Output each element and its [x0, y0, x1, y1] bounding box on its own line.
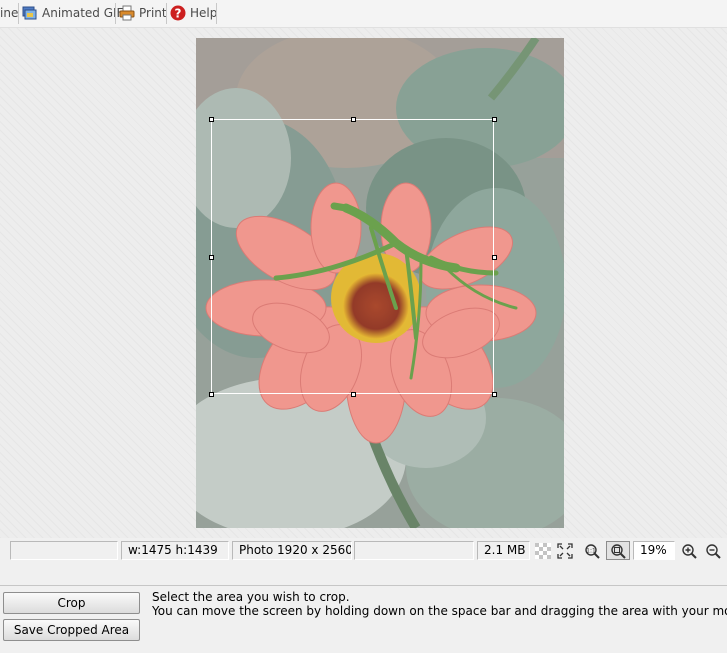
crop-handle-top-right[interactable] — [492, 117, 497, 122]
toolbar-item-print-label: Print — [139, 6, 167, 20]
crop-instructions: Select the area you wish to crop. You ca… — [152, 590, 727, 618]
crop-instructions-line2: You can move the screen by holding down … — [152, 604, 727, 618]
svg-text:1:1: 1:1 — [586, 547, 596, 554]
toolbar-divider — [18, 3, 19, 24]
crop-handle-top-left[interactable] — [209, 117, 214, 122]
status-file-size: 2.1 MB — [477, 541, 530, 560]
toolbar-item-print[interactable]: Print — [119, 2, 167, 24]
svg-text:?: ? — [175, 7, 182, 21]
crop-panel: Crop Save Cropped Area Select the area y… — [0, 585, 727, 653]
zoom-level[interactable]: 19% — [633, 541, 675, 560]
crop-selection[interactable] — [209, 117, 497, 397]
fit-to-window-icon[interactable] — [555, 541, 575, 560]
animated-gif-icon — [22, 5, 38, 21]
crop-handle-bottom-left[interactable] — [209, 392, 214, 397]
toolbar-divider — [166, 3, 167, 24]
crop-handle-bottom-right[interactable] — [492, 392, 497, 397]
crop-handle-left[interactable] — [209, 255, 214, 260]
zoom-in-icon[interactable] — [679, 541, 699, 560]
toolbar-item-truncated[interactable]: ine — [0, 2, 18, 24]
toolbar-item-animated-gif-label: Animated GIF — [42, 6, 124, 20]
status-field-empty — [10, 541, 118, 560]
zoom-fit-icon[interactable] — [606, 541, 630, 560]
toolbar-item-help[interactable]: ? Help — [170, 2, 217, 24]
toolbar-item-truncated-label: ine — [0, 6, 19, 20]
status-field-empty — [354, 541, 474, 560]
help-icon: ? — [170, 5, 186, 21]
crop-instructions-line1: Select the area you wish to crop. — [152, 590, 350, 604]
toolbar-divider — [216, 3, 217, 24]
crop-handle-bottom[interactable] — [351, 392, 356, 397]
toolbar-item-animated-gif[interactable]: Animated GIF — [22, 2, 123, 24]
toolbar: ine Animated GIF Print ? Help — [0, 0, 727, 28]
zoom-out-icon[interactable] — [703, 541, 723, 560]
toolbar-divider — [115, 3, 116, 24]
status-dimensions: w:1475 h:1439 — [121, 541, 229, 560]
print-icon — [119, 5, 135, 21]
toolbar-item-help-label: Help — [190, 6, 218, 20]
crop-handle-top[interactable] — [351, 117, 356, 122]
crop-button[interactable]: Crop — [3, 592, 140, 614]
save-cropped-area-button[interactable]: Save Cropped Area — [3, 619, 140, 641]
status-bar: w:1475 h:1439 Photo 1920 x 2560 2.1 MB 1… — [0, 540, 727, 562]
crop-handle-right[interactable] — [492, 255, 497, 260]
zoom-actual-size-icon[interactable]: 1:1 — [582, 541, 602, 560]
transparency-checker-icon[interactable] — [533, 541, 553, 560]
status-photo-info: Photo 1920 x 2560 — [232, 541, 352, 560]
